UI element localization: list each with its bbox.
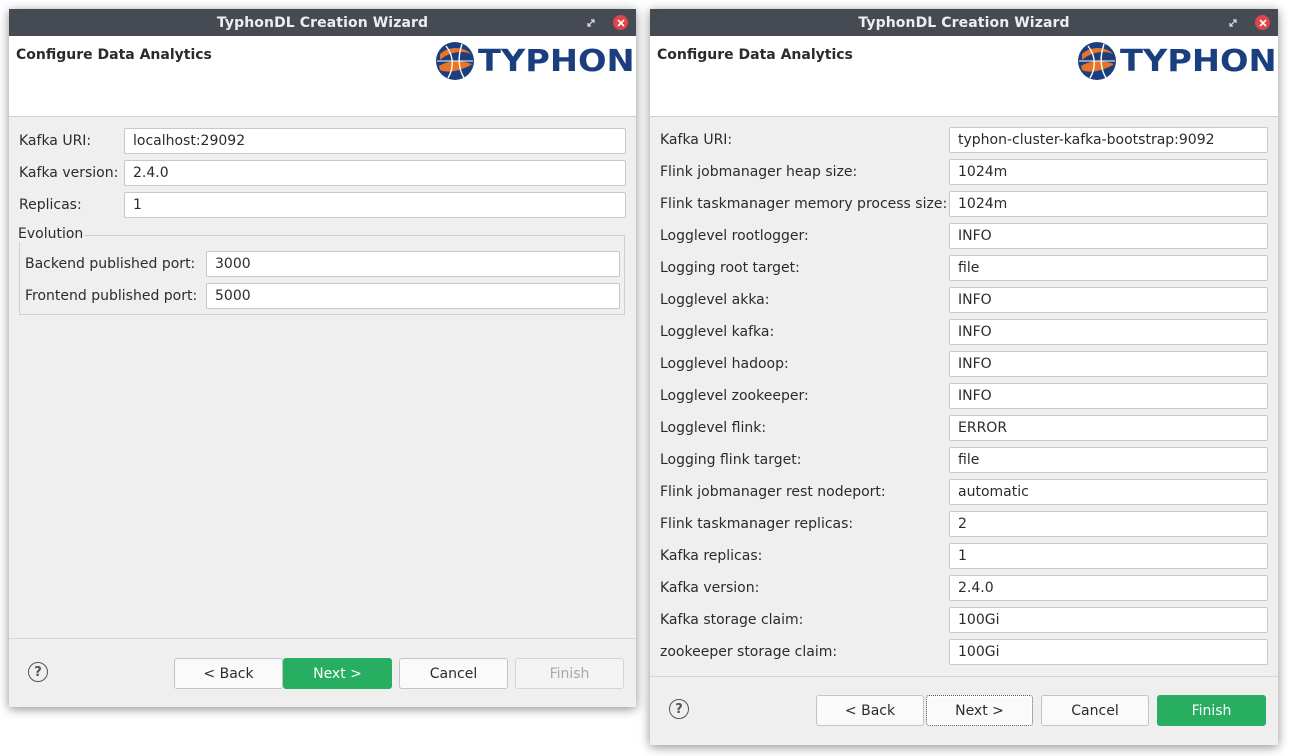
cancel-button[interactable]: Cancel (1041, 695, 1149, 726)
field-label: Kafka URI: (660, 132, 733, 148)
field-label: Flink taskmanager memory process size: (660, 196, 948, 212)
form-row: Kafka storage claim: (650, 607, 1278, 635)
window-title: TyphonDL Creation Wizard (858, 14, 1070, 31)
wizard-header: Configure Data Analytics TYPHON (650, 36, 1278, 117)
field-label: Logglevel flink: (660, 420, 767, 436)
field-label: Logging root target: (660, 260, 800, 276)
field-label: Logglevel rootlogger: (660, 228, 809, 244)
back-button[interactable]: < Back (816, 695, 924, 726)
restore-icon[interactable] (1225, 15, 1240, 30)
jobmanager-heap-input[interactable] (949, 159, 1268, 185)
loglevel-rootlogger-input[interactable] (949, 223, 1268, 249)
field-label: Flink jobmanager rest nodeport: (660, 484, 886, 500)
window-title: TyphonDL Creation Wizard (216, 14, 429, 31)
form-row: Flink taskmanager memory process size: (650, 191, 1278, 219)
footer-divider (650, 676, 1278, 677)
loglevel-flink-input[interactable] (949, 415, 1268, 441)
typhon-logo: TYPHON (1076, 39, 1277, 83)
kafka-replicas-input[interactable] (949, 543, 1268, 569)
help-icon[interactable]: ? (28, 662, 48, 682)
form-row: Logglevel kafka: (650, 319, 1278, 347)
form-row-frontend-port: Frontend published port: (9, 283, 636, 311)
form-row: Logging flink target: (650, 447, 1278, 475)
page-title: Configure Data Analytics (16, 47, 212, 63)
close-icon[interactable] (1255, 15, 1270, 30)
wizard-window-left: TyphonDL Creation Wizard Configure Data … (9, 9, 636, 707)
field-label: Flink taskmanager replicas: (660, 516, 854, 532)
field-label: Logglevel zookeeper: (660, 388, 809, 404)
form-row: Kafka replicas: (650, 543, 1278, 571)
kafka-version-input[interactable] (124, 160, 626, 186)
taskmanager-memory-input[interactable] (949, 191, 1268, 217)
form-row: Kafka URI: (650, 127, 1278, 155)
field-label: Kafka version: (660, 580, 760, 596)
loglevel-akka-input[interactable] (949, 287, 1268, 313)
form-row-kafka-version: Kafka version: (9, 160, 636, 188)
field-label: Kafka replicas: (660, 548, 763, 564)
field-label: Frontend published port: (25, 288, 198, 304)
logging-root-target-input[interactable] (949, 255, 1268, 281)
jobmanager-nodeport-input[interactable] (949, 479, 1268, 505)
globe-icon (436, 42, 475, 80)
logo-text: TYPHON (1120, 43, 1277, 79)
kafka-storage-claim-input[interactable] (949, 607, 1268, 633)
title-bar[interactable]: TyphonDL Creation Wizard (9, 9, 636, 36)
typhon-logo: TYPHON (434, 39, 635, 83)
close-icon[interactable] (613, 15, 628, 30)
restore-icon[interactable] (583, 15, 598, 30)
globe-icon (1078, 42, 1117, 80)
loglevel-kafka-input[interactable] (949, 319, 1268, 345)
kafka-version-input[interactable] (949, 575, 1268, 601)
finish-button[interactable]: Finish (515, 658, 624, 689)
kafka-uri-input[interactable] (949, 127, 1268, 153)
evolution-group-legend: Evolution (18, 226, 86, 242)
form-row: Flink jobmanager heap size: (650, 159, 1278, 187)
help-icon[interactable]: ? (669, 699, 689, 719)
backend-port-input[interactable] (206, 251, 620, 277)
field-label: Logglevel hadoop: (660, 356, 789, 372)
logo-text: TYPHON (478, 43, 635, 79)
field-label: Kafka URI: (19, 133, 92, 149)
next-button[interactable]: Next > (283, 658, 392, 689)
field-label: zookeeper storage claim: (660, 644, 838, 660)
wizard-window-right: TyphonDL Creation Wizard Configure Data … (650, 9, 1278, 745)
form-row: Logglevel hadoop: (650, 351, 1278, 379)
loglevel-zookeeper-input[interactable] (949, 383, 1268, 409)
field-label: Flink jobmanager heap size: (660, 164, 858, 180)
form-row: Flink taskmanager replicas: (650, 511, 1278, 539)
form-row: Logglevel akka: (650, 287, 1278, 315)
replicas-input[interactable] (124, 192, 626, 218)
form-row-replicas: Replicas: (9, 192, 636, 220)
form-row: Kafka version: (650, 575, 1278, 603)
frontend-port-input[interactable] (206, 283, 620, 309)
field-label: Kafka version: (19, 165, 119, 181)
form-row: Logglevel zookeeper: (650, 383, 1278, 411)
form-row-kafka-uri: Kafka URI: (9, 128, 636, 156)
form-row: zookeeper storage claim: (650, 639, 1278, 667)
field-label: Kafka storage claim: (660, 612, 804, 628)
next-button[interactable]: Next > (926, 695, 1033, 726)
back-button[interactable]: < Back (174, 658, 283, 689)
page-title: Configure Data Analytics (657, 47, 853, 63)
title-bar[interactable]: TyphonDL Creation Wizard (650, 9, 1278, 36)
field-label: Replicas: (19, 197, 82, 213)
logging-flink-target-input[interactable] (949, 447, 1268, 473)
taskmanager-replicas-input[interactable] (949, 511, 1268, 537)
form-row: Logglevel flink: (650, 415, 1278, 443)
zookeeper-storage-claim-input[interactable] (949, 639, 1268, 665)
form-row: Logglevel rootlogger: (650, 223, 1278, 251)
form-row: Logging root target: (650, 255, 1278, 283)
field-label: Backend published port: (25, 256, 196, 272)
form-row-backend-port: Backend published port: (9, 251, 636, 279)
kafka-uri-input[interactable] (124, 128, 626, 154)
finish-button[interactable]: Finish (1157, 695, 1266, 726)
cancel-button[interactable]: Cancel (399, 658, 508, 689)
field-label: Logging flink target: (660, 452, 802, 468)
form-row: Flink jobmanager rest nodeport: (650, 479, 1278, 507)
field-label: Logglevel akka: (660, 292, 770, 308)
field-label: Logglevel kafka: (660, 324, 775, 340)
wizard-header: Configure Data Analytics TYPHON (9, 36, 636, 117)
footer-divider (9, 638, 636, 639)
loglevel-hadoop-input[interactable] (949, 351, 1268, 377)
